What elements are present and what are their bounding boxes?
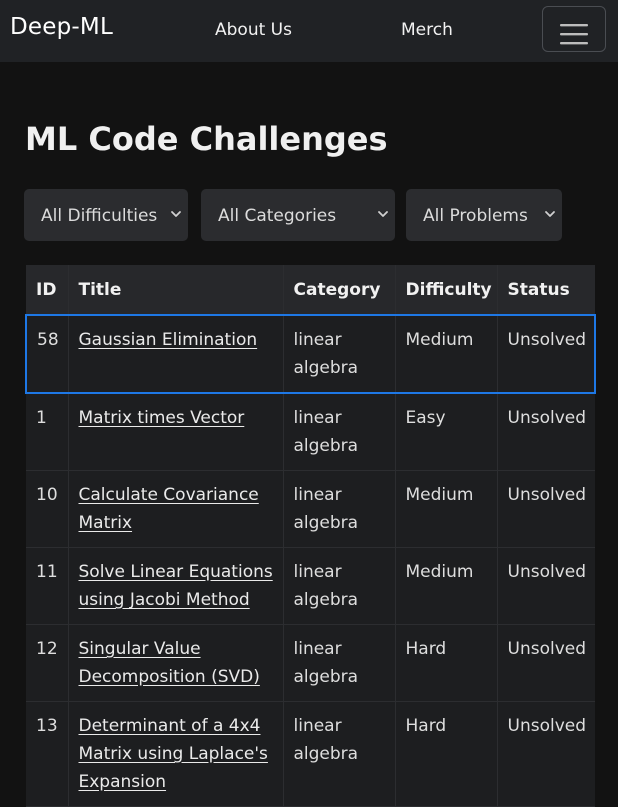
cell-title: Determinant of a 4x4 Matrix using Laplac… <box>68 701 284 807</box>
cell-category: linear algebra <box>283 470 396 548</box>
hamburger-menu-icon <box>560 24 588 45</box>
nav-link-about-us[interactable]: About Us <box>215 20 292 40</box>
cell-status: Unsolved <box>497 314 596 394</box>
chevron-down-icon <box>171 211 181 217</box>
cell-id: 12 <box>26 624 69 702</box>
cell-title: Solve Linear Equations using Jacobi Meth… <box>68 547 284 625</box>
cell-difficulty: Easy <box>395 393 498 471</box>
difficulty-filter-select[interactable]: All Difficulties <box>24 189 188 241</box>
cell-id: 13 <box>26 701 69 807</box>
cell-title: Singular Value Decomposition (SVD) <box>68 624 284 702</box>
cell-status: Unsolved <box>497 701 595 807</box>
chevron-down-icon <box>378 211 388 217</box>
problem-title-link[interactable]: Determinant of a 4x4 Matrix using Laplac… <box>79 716 268 792</box>
problem-title-link[interactable]: Matrix times Vector <box>79 408 245 428</box>
nav-link-merch[interactable]: Merch <box>401 20 453 40</box>
cell-category: linear algebra <box>283 314 396 394</box>
column-header-difficulty: Difficulty <box>395 265 498 316</box>
cell-difficulty: Hard <box>395 624 498 702</box>
cell-id: 10 <box>26 470 69 548</box>
cell-title: Gaussian Elimination <box>68 314 284 394</box>
table-row[interactable]: 11 Solve Linear Equations using Jacobi M… <box>26 547 595 625</box>
problems-filter-select[interactable]: All Problems <box>406 189 562 241</box>
problem-title-link[interactable]: Solve Linear Equations using Jacobi Meth… <box>79 562 273 610</box>
cell-difficulty: Medium <box>395 547 498 625</box>
cell-status: Unsolved <box>497 393 595 471</box>
cell-difficulty: Medium <box>395 470 498 548</box>
cell-category: linear algebra <box>283 624 396 702</box>
cell-category: linear algebra <box>283 547 396 625</box>
problems-table: ID Title Category Difficulty Status 58 G… <box>25 265 596 807</box>
cell-difficulty: Medium <box>395 314 498 394</box>
category-filter-select[interactable]: All Categories <box>201 189 395 241</box>
column-header-title: Title <box>68 265 284 316</box>
navbar: Deep-ML About Us Merch <box>0 0 618 62</box>
cell-id: 11 <box>26 547 69 625</box>
chevron-down-icon <box>545 211 555 217</box>
cell-category: linear algebra <box>283 701 396 807</box>
problem-title-link[interactable]: Calculate Covariance Matrix <box>79 485 259 533</box>
table-row[interactable]: 1 Matrix times Vector linear algebra Eas… <box>26 393 595 471</box>
cell-status: Unsolved <box>497 470 595 548</box>
problems-filter-value: All Problems <box>423 206 528 226</box>
navbar-toggler-button[interactable] <box>542 6 606 52</box>
cell-title: Calculate Covariance Matrix <box>68 470 284 548</box>
cell-difficulty: Hard <box>395 701 498 807</box>
cell-id: 58 <box>25 314 69 394</box>
table-row[interactable]: 13 Determinant of a 4x4 Matrix using Lap… <box>26 701 595 807</box>
table-header-row: ID Title Category Difficulty Status <box>26 265 595 316</box>
problem-title-link[interactable]: Gaussian Elimination <box>79 330 258 350</box>
column-header-category: Category <box>283 265 396 316</box>
page-title: ML Code Challenges <box>25 120 388 158</box>
problem-title-link[interactable]: Singular Value Decomposition (SVD) <box>79 639 260 687</box>
cell-title: Matrix times Vector <box>68 393 284 471</box>
column-header-status: Status <box>497 265 595 316</box>
table-row[interactable]: 10 Calculate Covariance Matrix linear al… <box>26 470 595 548</box>
brand-link[interactable]: Deep-ML <box>10 14 113 40</box>
table-row[interactable]: 12 Singular Value Decomposition (SVD) li… <box>26 624 595 702</box>
table-row-selected[interactable]: 58 Gaussian Elimination linear algebra M… <box>25 314 596 394</box>
category-filter-value: All Categories <box>218 206 337 226</box>
difficulty-filter-value: All Difficulties <box>41 206 158 226</box>
cell-status: Unsolved <box>497 547 595 625</box>
cell-id: 1 <box>26 393 69 471</box>
cell-status: Unsolved <box>497 624 595 702</box>
cell-category: linear algebra <box>283 393 396 471</box>
column-header-id: ID <box>26 265 69 316</box>
